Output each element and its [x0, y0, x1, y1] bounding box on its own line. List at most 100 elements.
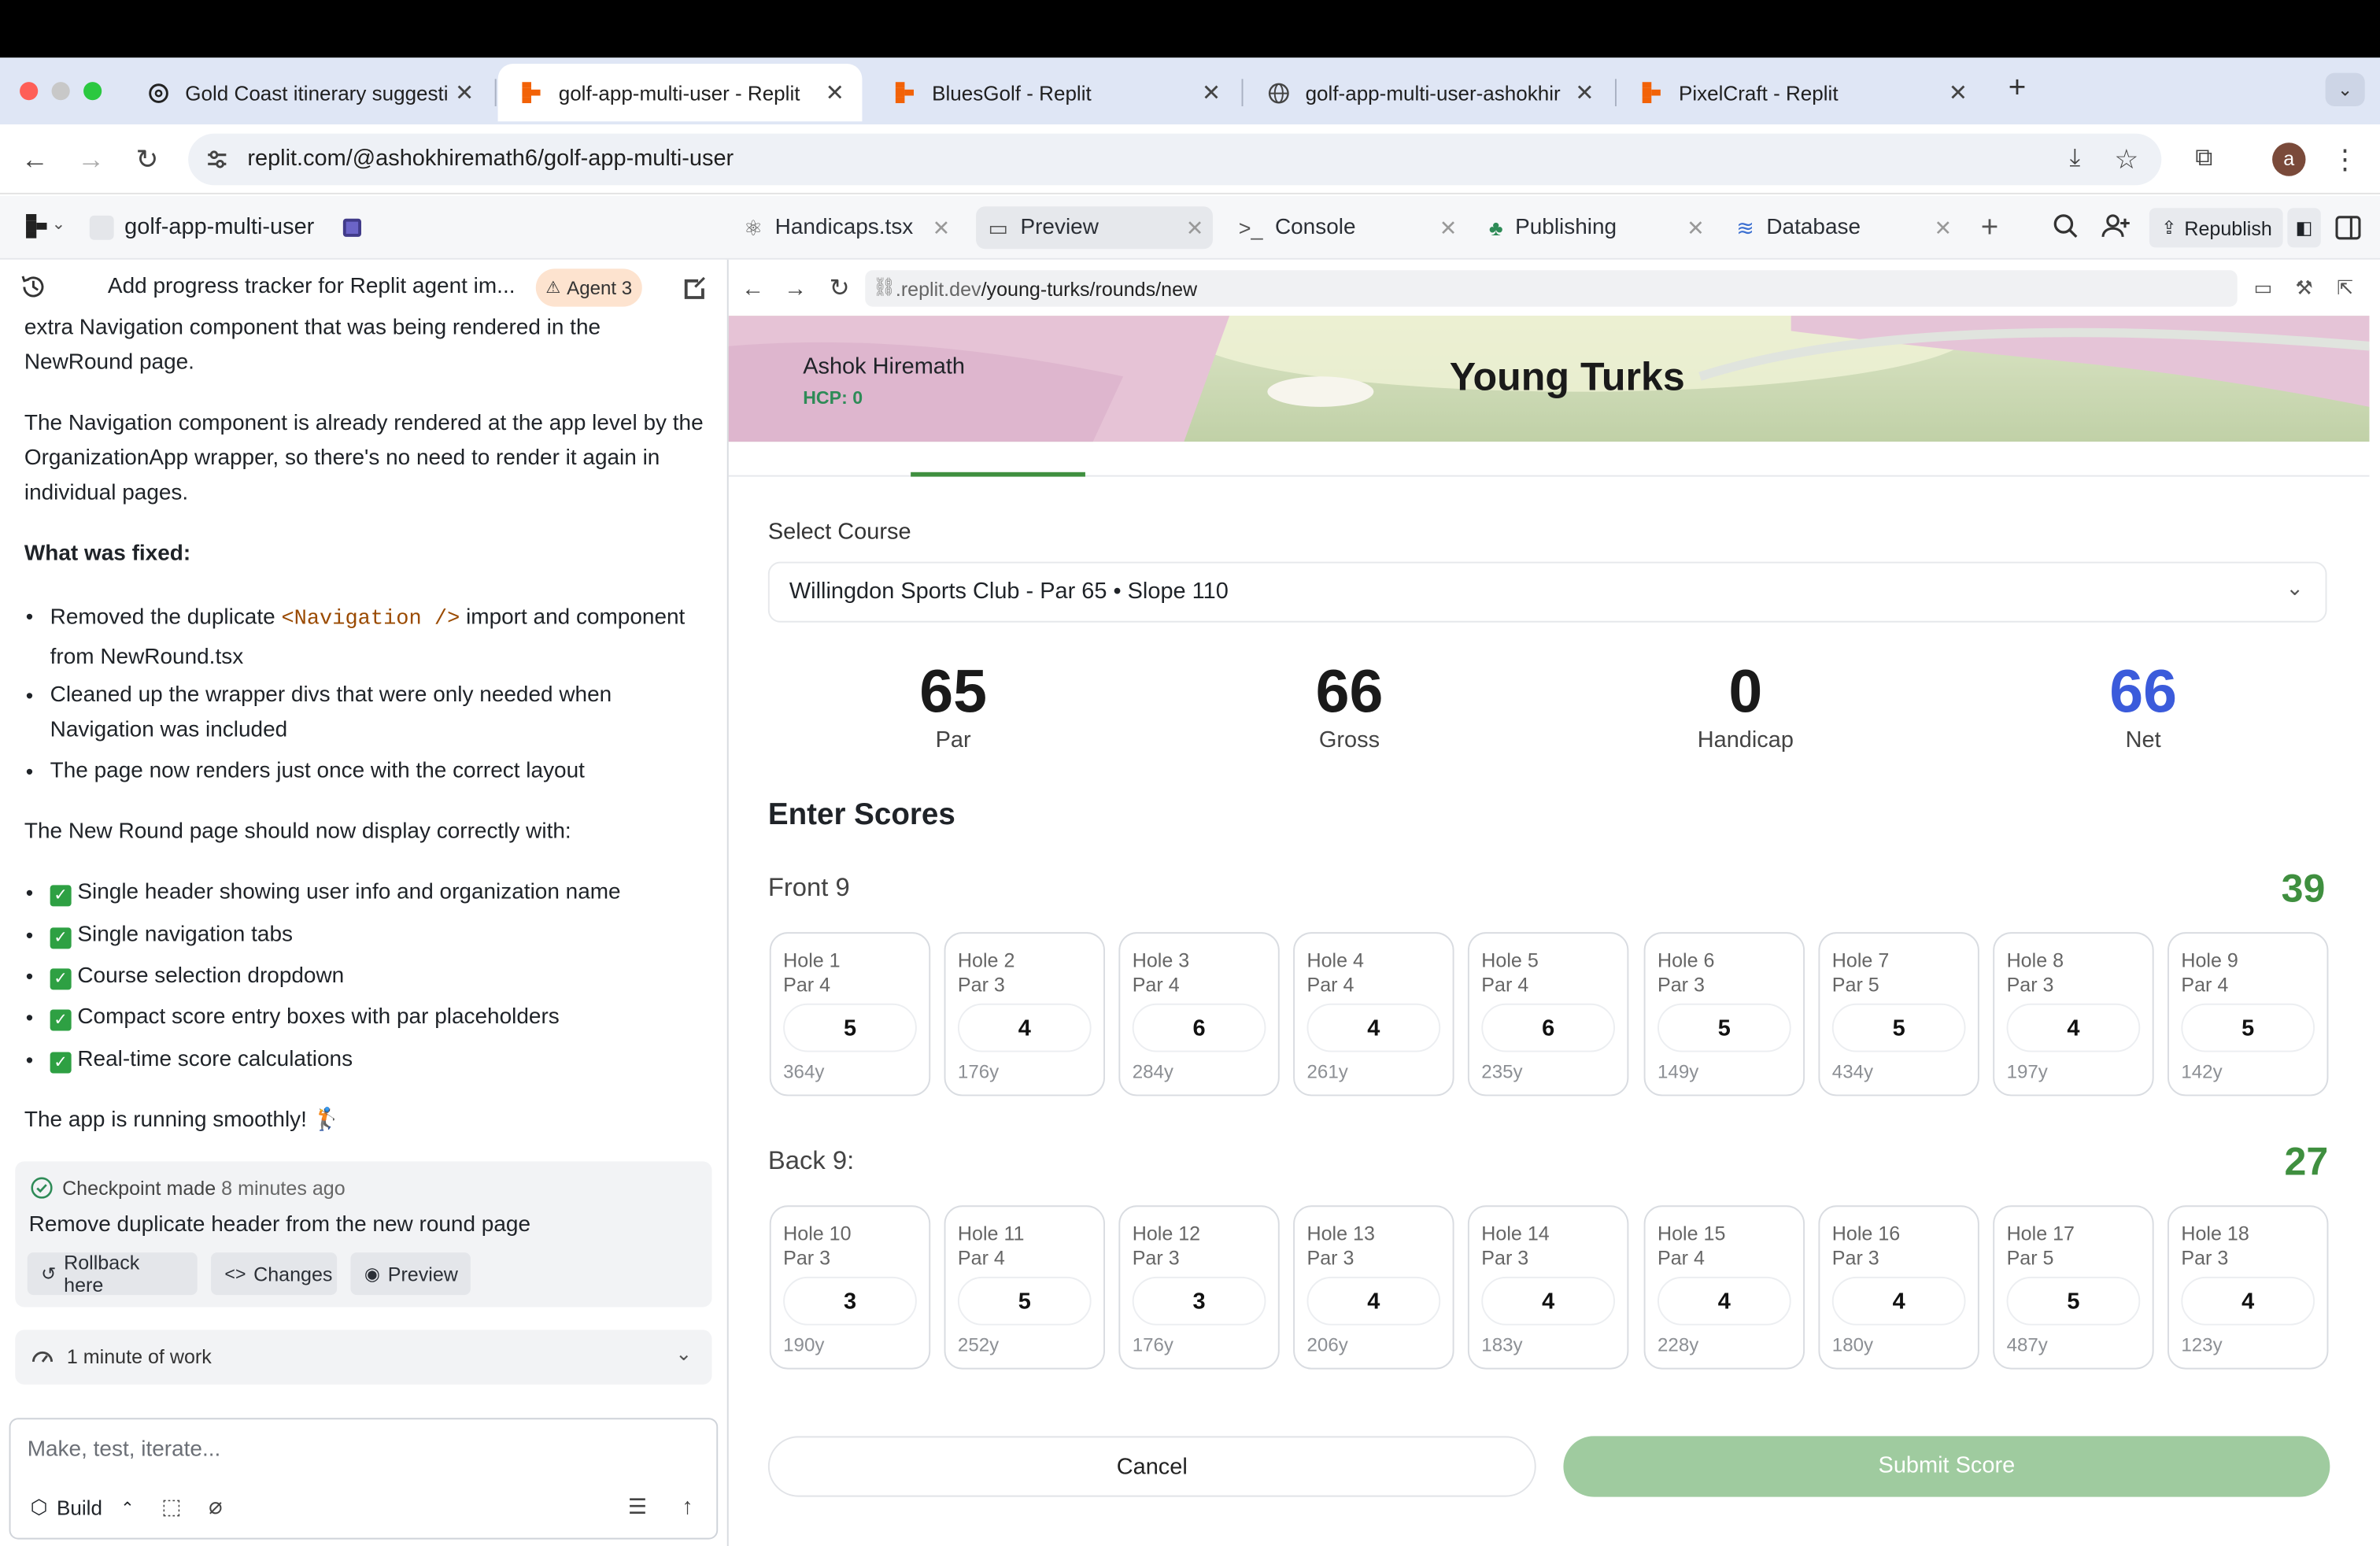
agent-badge[interactable]: ⚠ Agent 3	[535, 268, 642, 307]
tab-preview[interactable]: ▭ Preview ✕	[976, 206, 1213, 250]
add-tab-button[interactable]: +	[1981, 211, 1999, 246]
select-course-label: Select Course	[767, 519, 911, 546]
hole-score-input[interactable]: 4	[2006, 1003, 2141, 1052]
attach-paperclip-icon[interactable]: ⌀	[201, 1492, 229, 1520]
hole-par: Par 3	[2181, 1246, 2229, 1270]
back-arrow-icon[interactable]: ←	[17, 141, 53, 177]
preview-forward-arrow-icon[interactable]: →	[782, 275, 809, 302]
hole-score-input[interactable]: 5	[2181, 1003, 2315, 1052]
project-name[interactable]: golf-app-multi-user	[124, 214, 314, 240]
install-app-icon[interactable]: ⤓	[2058, 142, 2091, 176]
close-icon[interactable]: ✕	[449, 79, 480, 106]
select-element-icon[interactable]: ⬚	[158, 1492, 186, 1520]
hole-par: Par 3	[1831, 1246, 1879, 1270]
preview-back-arrow-icon[interactable]: ←	[739, 275, 767, 302]
close-icon[interactable]: ✕	[933, 215, 951, 241]
hole-par: Par 3	[1657, 973, 1705, 997]
hole-score-input[interactable]: 6	[1132, 1003, 1266, 1052]
bookmark-star-icon[interactable]: ☆	[2110, 142, 2143, 176]
bell-icon: ⚠	[545, 279, 561, 298]
hole-par: Par 4	[957, 1246, 1005, 1270]
chat-input-placeholder[interactable]: Make, test, iterate...	[28, 1437, 221, 1462]
rollback-button[interactable]: ↺ Rollback here	[27, 1251, 198, 1296]
close-window-button[interactable]	[20, 82, 39, 101]
tab-search-chevron-icon[interactable]: ⌄	[2325, 72, 2365, 106]
browser-tab-2[interactable]: BluesGolf - Replit ✕	[871, 64, 1239, 121]
browser-tab-1[interactable]: golf-app-multi-user - Replit ✕	[497, 63, 863, 122]
hole-card: Hole 6 Par 3 5 149y	[1643, 932, 1805, 1097]
submit-score-button[interactable]: Submit Score	[1563, 1436, 2330, 1497]
settings-sliders-icon[interactable]: ☰	[624, 1492, 652, 1520]
chevron-down-icon[interactable]: ⌄	[2286, 575, 2304, 601]
reload-icon[interactable]: ↻	[129, 141, 165, 177]
hole-score-input[interactable]: 4	[957, 1003, 1092, 1052]
hole-score-input[interactable]: 4	[1306, 1003, 1441, 1052]
hole-score-input[interactable]: 3	[783, 1276, 917, 1326]
close-icon[interactable]: ✕	[1569, 79, 1600, 106]
extensions-puzzle-icon[interactable]: ⧉	[2187, 142, 2220, 176]
invite-user-icon[interactable]	[2101, 213, 2131, 240]
send-arrow-up-icon[interactable]: ↑	[674, 1492, 701, 1520]
hole-number: Hole 10	[783, 1222, 852, 1245]
profile-avatar[interactable]: a	[2272, 142, 2306, 176]
chevron-down-icon[interactable]: ⌄	[52, 214, 66, 234]
hole-yardage: 434y	[1831, 1061, 1874, 1083]
hole-score-input[interactable]: 4	[1481, 1276, 1615, 1326]
hole-score-input[interactable]: 4	[1831, 1276, 1966, 1326]
front-nine-label: Front 9	[767, 872, 850, 902]
course-select-value: Willingdon Sports Club - Par 65 • Slope …	[789, 578, 1229, 605]
browser-tab-3[interactable]: golf-app-multi-user-ashokhir ✕	[1244, 64, 1612, 121]
replit-logo-icon[interactable]	[24, 213, 49, 239]
hole-score-input[interactable]: 4	[1657, 1276, 1791, 1326]
replit-icon	[1639, 80, 1664, 105]
tab-handicaps[interactable]: ⚛ Handicaps.tsx ✕	[732, 206, 959, 249]
close-icon[interactable]: ✕	[819, 79, 850, 106]
hole-score-input[interactable]: 4	[1306, 1276, 1441, 1326]
close-icon[interactable]: ✕	[1196, 79, 1227, 106]
new-chat-icon[interactable]	[680, 275, 708, 302]
new-tab-button[interactable]: +	[2002, 72, 2033, 108]
close-icon[interactable]: ✕	[1687, 215, 1705, 241]
cancel-button[interactable]: Cancel	[767, 1436, 1536, 1497]
device-preview-icon[interactable]: ▭	[2249, 275, 2277, 302]
hole-score-input[interactable]: 5	[783, 1003, 917, 1052]
hole-card: Hole 17 Par 5 5 487y	[1993, 1205, 2154, 1370]
hole-yardage: 197y	[2006, 1061, 2048, 1083]
changes-button[interactable]: <> Changes	[211, 1252, 338, 1296]
browser-tab-0[interactable]: Gold Coast itinerary suggesti ✕	[124, 64, 492, 121]
publish-options-icon[interactable]: ◧	[2287, 208, 2321, 248]
close-icon[interactable]: ✕	[1935, 215, 1953, 241]
republish-button[interactable]: ⇪ Republish	[2149, 208, 2283, 248]
preview-reload-icon[interactable]: ↻	[826, 275, 853, 302]
preview-button[interactable]: ◉ Preview	[350, 1252, 471, 1296]
chat-thread-title[interactable]: Add progress tracker for Replit agent im…	[108, 275, 516, 299]
history-icon[interactable]	[20, 273, 47, 301]
forward-arrow-icon[interactable]: →	[73, 141, 109, 177]
close-icon[interactable]: ✕	[1943, 79, 1974, 106]
devtools-wrench-icon[interactable]: ⚒	[2290, 275, 2318, 302]
site-settings-icon[interactable]	[203, 146, 231, 173]
minimize-window-button[interactable]	[51, 82, 70, 101]
hole-score-input[interactable]: 5	[1831, 1003, 1966, 1052]
hole-card: Hole 18 Par 3 4 123y	[2167, 1205, 2329, 1370]
close-icon[interactable]: ✕	[1439, 215, 1458, 241]
zoom-window-button[interactable]	[83, 82, 102, 101]
hole-score-input[interactable]: 5	[957, 1276, 1092, 1326]
hole-score-input[interactable]: 4	[2181, 1276, 2315, 1326]
browser-menu-kebab-icon[interactable]: ⋮	[2331, 142, 2359, 176]
chevron-down-icon[interactable]: ⌄	[675, 1342, 692, 1367]
tab-database[interactable]: ≋ Database ✕	[1724, 206, 1961, 249]
tab-console[interactable]: >_ Console ✕	[1226, 206, 1466, 249]
hole-number: Hole 17	[2006, 1222, 2075, 1245]
build-mode-button[interactable]: ⬡ Build ⌃	[21, 1489, 150, 1526]
browser-tab-4[interactable]: PixelCraft - Replit ✕	[1618, 64, 1986, 121]
hole-score-input[interactable]: 5	[1657, 1003, 1791, 1052]
toggle-sidebar-icon[interactable]	[2334, 214, 2362, 242]
hole-score-input[interactable]: 3	[1132, 1276, 1266, 1326]
open-new-window-icon[interactable]: ⇱	[2331, 275, 2359, 302]
search-icon[interactable]	[2052, 213, 2079, 240]
tab-publishing[interactable]: ♣ Publishing ✕	[1476, 206, 1713, 249]
hole-score-input[interactable]: 5	[2006, 1276, 2141, 1326]
hole-score-input[interactable]: 6	[1481, 1003, 1615, 1052]
close-icon[interactable]: ✕	[1186, 215, 1204, 241]
